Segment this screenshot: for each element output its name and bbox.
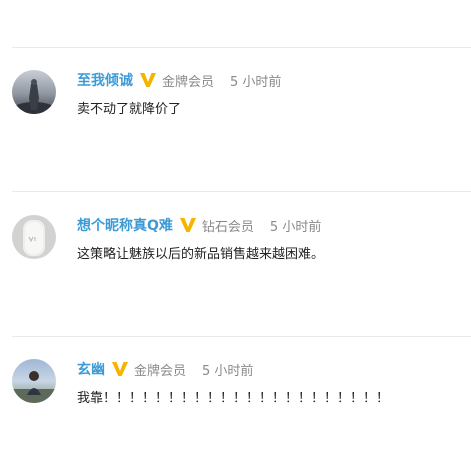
divider (12, 47, 471, 48)
username[interactable]: 想个昵称真Q难 (77, 215, 173, 235)
comment-text: 我靠！！！！！！！！！！！！！！！！！！！！！！ (77, 391, 390, 406)
vip-v-icon (111, 361, 129, 377)
comment-item: 至我倾诚 金牌会员 5 小时前 卖不动了就降价了 (0, 70, 471, 166)
divider (12, 191, 471, 192)
comment-item: 玄幽 金牌会员 5 小时前 我靠！！！！！！！！！！！！！！！！！！！！！！ (0, 359, 471, 455)
timestamp: 5 小时前 (230, 74, 282, 90)
avatar[interactable] (12, 215, 56, 259)
comment-meta: 玄幽 金牌会员 5 小时前 (77, 359, 253, 379)
member-level: 金牌会员 (134, 363, 187, 379)
divider (12, 336, 471, 337)
comment-text: 这策略让魅族以后的新品销售越来越困难。 (77, 247, 325, 262)
username[interactable]: 至我倾诚 (77, 70, 133, 90)
comment-list: 至我倾诚 金牌会员 5 小时前 卖不动了就降价了 想个昵称真Q难 钻石会员 5 … (0, 0, 471, 457)
member-level: 钻石会员 (201, 219, 254, 235)
avatar[interactable] (12, 70, 56, 114)
vip-v-icon (139, 72, 157, 88)
comment-meta: 想个昵称真Q难 钻石会员 5 小时前 (77, 215, 321, 235)
comment-text: 卖不动了就降价了 (77, 102, 182, 117)
comment-item: 想个昵称真Q难 钻石会员 5 小时前 这策略让魅族以后的新品销售越来越困难。 (0, 215, 471, 311)
comment-meta: 至我倾诚 金牌会员 5 小时前 (77, 70, 281, 90)
username[interactable]: 玄幽 (77, 359, 105, 379)
vip-v-icon (179, 217, 197, 233)
timestamp: 5 小时前 (202, 363, 254, 379)
timestamp: 5 小时前 (269, 219, 322, 235)
avatar[interactable] (12, 359, 56, 403)
member-level: 金牌会员 (162, 74, 215, 90)
